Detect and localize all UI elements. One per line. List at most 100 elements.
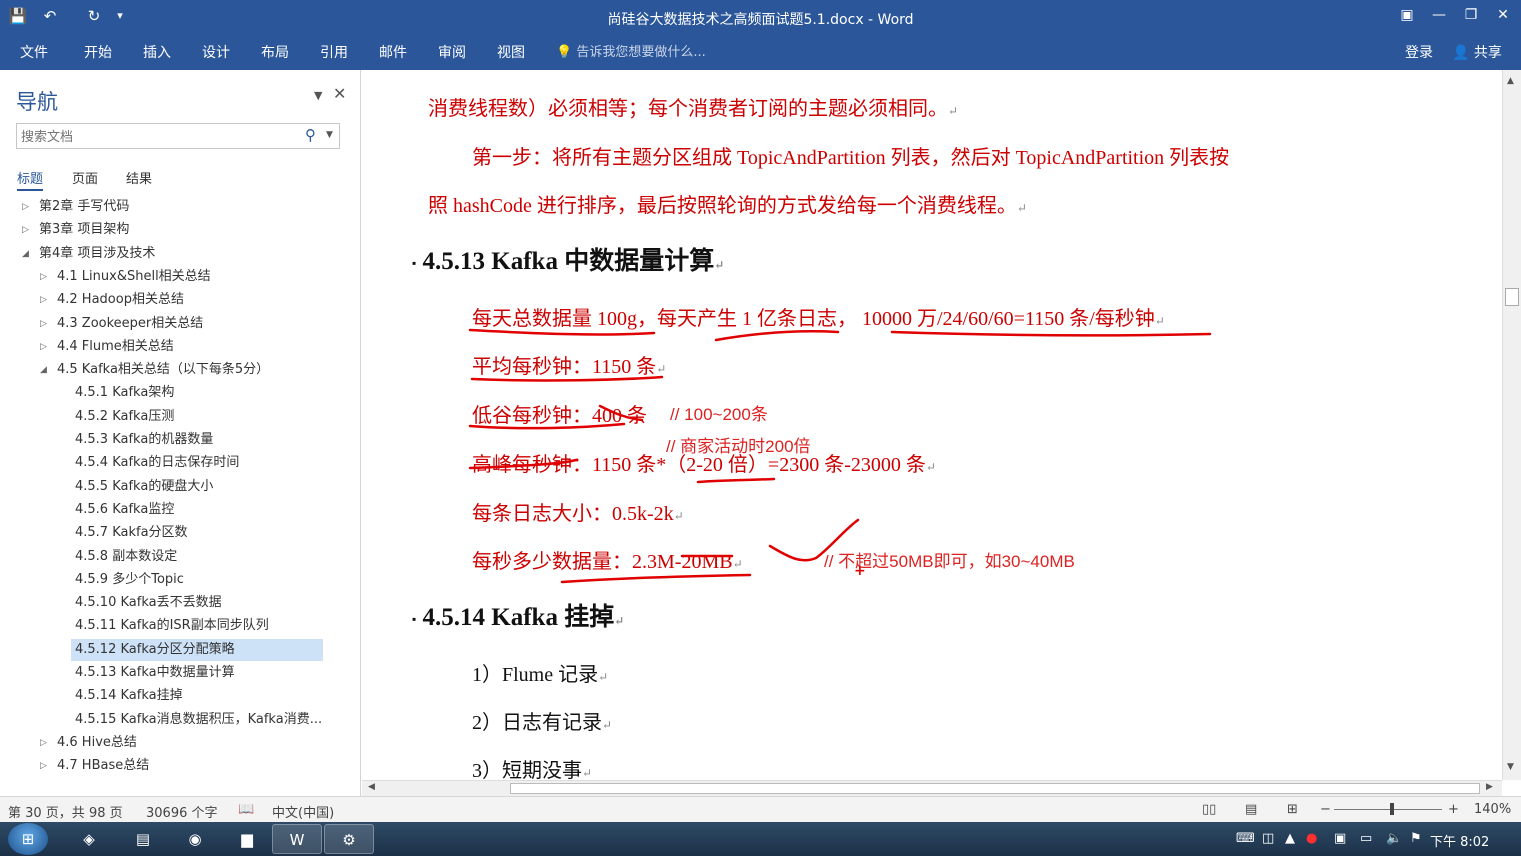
nav-heading-item[interactable]: 4.5.13 Kafka中数据量计算 [75,662,235,684]
nav-heading-item[interactable]: 4.5.9 多少个Topic [75,569,184,591]
explorer-icon[interactable]: ▆ [222,824,272,854]
tab-home[interactable]: 开始 [84,41,112,65]
tab-review[interactable]: 审阅 [438,41,466,65]
horizontal-scrollbar[interactable]: ◀ ▶ [362,780,1502,796]
page-count[interactable]: 第 30 页，共 98 页 [8,802,123,821]
scroll-down-icon[interactable]: ▼ [1507,762,1514,772]
collapse-icon[interactable]: ◢ [40,359,47,381]
nav-heading-label: 4.5.9 多少个Topic [75,571,184,587]
search-icon[interactable]: ⚲ [305,126,316,144]
tab-results[interactable]: 结果 [126,168,152,187]
expand-icon[interactable]: ▷ [40,336,47,358]
nav-heading-label: 4.5.6 Kafka监控 [75,501,175,517]
nav-heading-item[interactable]: 4.5.3 Kafka的机器数量 [75,429,213,451]
nav-heading-item[interactable]: ▷ 4.1 Linux&Shell相关总结 [40,266,211,288]
zoom-slider[interactable] [1334,809,1442,810]
notepad-icon[interactable]: ▤ [118,824,168,854]
print-layout-icon[interactable]: ▤ [1245,802,1257,817]
app-icon-6[interactable]: ⚙ [324,824,374,854]
scroll-up-icon[interactable]: ▲ [1507,76,1514,86]
tab-view[interactable]: 视图 [497,41,525,65]
nav-heading-item[interactable]: 4.5.8 副本数设定 [75,546,177,568]
tab-file[interactable]: 文件 [20,41,48,65]
nav-heading-item[interactable]: ▷ 4.6 Hive总结 [40,732,137,754]
vertical-scrollbar[interactable]: ▲ ▼ [1502,70,1521,780]
nav-heading-item[interactable]: ▷ 4.7 HBase总结 [40,755,149,777]
network-icon[interactable]: ◫ [1262,831,1274,846]
close-button[interactable]: ✕ [1488,3,1518,27]
tray-expand-icon[interactable]: ▲ [1285,831,1295,846]
tab-mailings[interactable]: 邮件 [379,41,407,65]
horizontal-scroll-thumb[interactable] [510,783,1480,794]
language-indicator[interactable]: 中文(中国) [272,802,334,821]
tab-headings[interactable]: 标题 [17,168,44,191]
nav-heading-item[interactable]: 4.5.1 Kafka架构 [75,382,174,404]
scroll-right-icon[interactable]: ▶ [1486,782,1493,792]
nav-heading-item[interactable]: ◢ 第4章 项目涉及技术 [22,243,155,265]
restore-button[interactable]: ❐ [1456,3,1486,27]
tray-app-icon[interactable]: ▣ [1334,831,1346,846]
nav-heading-item[interactable]: 4.5.4 Kafka的日志保存时间 [75,452,239,474]
tab-pages[interactable]: 页面 [72,168,98,187]
minimize-button[interactable]: — [1424,3,1454,27]
document-canvas[interactable]: 消费线程数）必须相等；每个消费者订阅的主题必须相同。↵ 第一步：将所有主题分区组… [362,70,1502,780]
close-pane-icon[interactable]: ✕ [333,84,346,103]
calc-line-5: 每条日志大小：0.5k-2k↵ [472,503,684,525]
word-count[interactable]: 30696 个字 [146,802,218,821]
nav-heading-item[interactable]: 4.5.5 Kafka的硬盘大小 [75,476,213,498]
expand-icon[interactable]: ▷ [40,266,47,288]
nav-heading-item[interactable]: 4.5.7 Kakfa分区数 [75,522,188,544]
zoom-in-button[interactable]: + [1448,802,1459,817]
tab-references[interactable]: 引用 [320,41,348,65]
nav-heading-item[interactable]: ▷ 4.3 Zookeeper相关总结 [40,313,203,335]
nav-heading-item[interactable]: ▷ 4.2 Hadoop相关总结 [40,289,184,311]
tell-me-box[interactable]: 💡 告诉我您想要做什么... [556,41,706,65]
zoom-level[interactable]: 140% [1474,802,1511,817]
sign-in-link[interactable]: 登录 [1405,41,1433,65]
app-icon-1[interactable]: ◈ [64,824,114,854]
ribbon-options-icon[interactable]: ▣ [1392,3,1422,27]
expand-icon[interactable]: ▷ [22,196,29,218]
tab-insert[interactable]: 插入 [143,41,171,65]
expand-icon[interactable]: ▷ [40,732,47,754]
monitor-icon[interactable]: ▭ [1360,831,1372,846]
expand-icon[interactable]: ▷ [22,219,29,241]
word-icon[interactable]: W [272,824,322,854]
vertical-scroll-thumb[interactable] [1505,288,1519,306]
nav-heading-item[interactable]: 4.5.11 Kafka的ISR副本同步队列 [75,615,269,637]
nav-heading-item[interactable]: ▷ 4.4 Flume相关总结 [40,336,174,358]
taskbar-clock[interactable]: 下午 8:02 [1430,831,1489,850]
scroll-left-icon[interactable]: ◀ [368,782,375,792]
note-low: // 100~200条 [670,405,768,424]
pane-options-icon[interactable]: ▼ [314,89,322,102]
search-options-icon[interactable]: ▼ [326,130,333,140]
nav-heading-item[interactable]: 4.5.12 Kafka分区分配策略 [71,638,323,661]
nav-heading-item[interactable]: ◢ 4.5 Kafka相关总结（以下每条5分） [40,359,269,381]
share-button[interactable]: 👤 共享 [1452,41,1502,65]
record-icon[interactable]: ● [1306,831,1317,846]
nav-heading-item[interactable]: 4.5.14 Kafka挂掉 [75,685,183,707]
start-button[interactable]: ⊞ [8,823,48,855]
keyboard-icon[interactable]: ⌨ [1236,831,1255,846]
tab-design[interactable]: 设计 [202,41,230,65]
nav-heading-item[interactable]: ▷ 第3章 项目架构 [22,219,129,241]
nav-heading-item[interactable]: 4.5.2 Kafka压测 [75,406,174,428]
expand-icon[interactable]: ▷ [40,289,47,311]
chrome-icon[interactable]: ◉ [170,824,220,854]
zoom-slider-knob[interactable] [1390,803,1394,815]
nav-heading-item[interactable]: 4.5.10 Kafka丢不丢数据 [75,592,222,614]
proofing-icon[interactable]: 📖 [238,802,254,817]
search-document-input[interactable] [16,123,340,149]
nav-heading-item[interactable]: ▷ 第2章 手写代码 [22,196,129,218]
collapse-icon[interactable]: ◢ [22,243,29,265]
nav-heading-item[interactable]: 4.5.15 Kafka消息数据积压，Kafka消费... [75,709,322,731]
flag-icon[interactable]: ⚑ [1410,831,1422,846]
volume-icon[interactable]: 🔈 [1386,831,1402,846]
zoom-out-button[interactable]: − [1320,802,1331,817]
expand-icon[interactable]: ▷ [40,755,47,777]
expand-icon[interactable]: ▷ [40,313,47,335]
tab-layout[interactable]: 布局 [261,41,289,65]
web-layout-icon[interactable]: ⊞ [1287,802,1298,817]
read-mode-icon[interactable]: ▯▯ [1202,802,1216,817]
nav-heading-item[interactable]: 4.5.6 Kafka监控 [75,499,174,521]
